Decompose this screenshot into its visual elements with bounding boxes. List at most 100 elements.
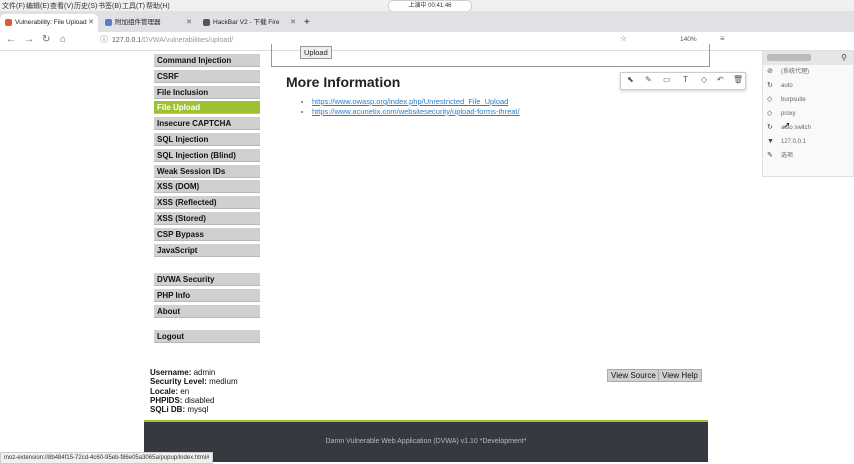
menu-item-dvwa-security[interactable]: DVWA Security xyxy=(154,273,260,287)
tab-title: Vulnerability: File Upload xyxy=(15,19,87,26)
undo-icon[interactable]: ↶ xyxy=(717,75,724,84)
popup-item-label: burpsuite xyxy=(781,97,806,103)
popup-item-icon: ✎ xyxy=(767,152,773,159)
forward-icon[interactable]: → xyxy=(24,34,34,45)
menu-bar: 文件(F) 编辑(E) 查看(V) 历史(S) 书签(B) 工具(T) 帮助(H… xyxy=(0,0,854,12)
sqlidb-value: mysql xyxy=(187,405,209,415)
popup-item-system[interactable]: ⊘ (系统代理) xyxy=(763,65,853,79)
user-info: Username: admin Security Level: medium L… xyxy=(150,368,238,414)
menu-item-logout[interactable]: Logout xyxy=(154,329,260,343)
site-info-icon[interactable]: ⓘ xyxy=(100,34,108,45)
username-value: admin xyxy=(193,368,216,377)
link-acunetix[interactable]: https://www.acunetix.com/websitesecurity… xyxy=(312,107,520,117)
menu-history[interactable]: 历史(S) xyxy=(74,1,97,11)
popup-item-icon: ⊘ xyxy=(767,68,773,75)
address-path: /DVWA/vulnerabilities/upload/ xyxy=(141,37,234,44)
tab-bar: Vulnerability: File Upload ✕ 附加组件管理器 ✕ H… xyxy=(0,11,854,32)
menu-item-csp-bypass[interactable]: CSP Bypass xyxy=(154,227,260,241)
back-icon[interactable]: ← xyxy=(6,34,16,45)
reload-icon[interactable]: ↻ xyxy=(42,34,50,45)
phpids-value: disabled xyxy=(184,395,215,405)
popup-item-auto-switch[interactable]: ↻ auto switch xyxy=(763,121,853,135)
phpids-label: PHPIDS: xyxy=(150,395,183,405)
view-source-button[interactable]: View Source xyxy=(607,369,660,382)
tab-addons[interactable]: 附加组件管理器 ✕ xyxy=(100,14,196,32)
menu-icon[interactable]: ≡ xyxy=(720,34,725,43)
more-info-title: More Information xyxy=(286,74,401,90)
view-help-button[interactable]: View Help xyxy=(658,369,702,382)
popup-item-auto[interactable]: ↻ auto xyxy=(763,79,853,93)
menu-item-file-inclusion[interactable]: File Inclusion xyxy=(154,85,260,99)
bookmark-star-icon[interactable]: ☆ xyxy=(620,34,627,43)
sqlidb-row: SQLi DB: mysql xyxy=(150,405,238,414)
screenshot-toolbar: ⬉ ✎ ▭ T ◇ ↶ 🗑 xyxy=(620,72,746,90)
menu-item-xss-dom[interactable]: XSS (DOM) xyxy=(154,180,260,194)
proxy-popup: ⚲ ⊘ (系统代理) ↻ auto ◇ burpsuite ◇ proxy ↻ auto … xyxy=(762,50,854,177)
phpids-row: PHPIDS: disabled xyxy=(150,396,238,405)
menu-item-about[interactable]: About xyxy=(154,304,260,318)
menu-bookmarks[interactable]: 书签(B) xyxy=(98,1,121,11)
zoom-level[interactable]: 140% xyxy=(680,36,697,43)
tab-favicon-icon xyxy=(105,18,112,26)
menu-item-xss-reflected[interactable]: XSS (Reflected) xyxy=(154,196,260,210)
close-tab-icon[interactable]: ✕ xyxy=(290,14,296,32)
menu-view[interactable]: 查看(V) xyxy=(50,1,73,11)
search-icon[interactable]: ⚲ xyxy=(841,53,847,62)
new-tab-icon[interactable]: + xyxy=(304,14,316,32)
tab-favicon-icon xyxy=(5,18,12,26)
popup-header: ⚲ xyxy=(763,51,853,65)
menu-item-javascript[interactable]: JavaScript xyxy=(154,243,260,257)
popup-item-label: proxy xyxy=(781,111,796,117)
status-url: moz-extension://8b484f15-72cd-4c60-95eb-… xyxy=(0,452,214,464)
security-value: medium xyxy=(209,377,238,387)
page-footer: Damn Vulnerable Web Application (DVWA) v… xyxy=(144,422,708,462)
link-owasp[interactable]: https://www.owasp.org/index.php/Unrestri… xyxy=(312,97,520,107)
address-host: 127.0.0.1 xyxy=(112,37,142,44)
tab-hackbar[interactable]: HackBar V2 - 下载 Fire ✕ xyxy=(198,14,300,32)
popup-item-icon: ↻ xyxy=(767,124,773,131)
tab-file-upload[interactable]: Vulnerability: File Upload ✕ xyxy=(0,14,98,32)
menu-item-php-info[interactable]: PHP Info xyxy=(154,289,260,303)
popup-item-host[interactable]: ▼ 127.0.0.1 xyxy=(763,135,853,149)
menu-item-insecure-captcha[interactable]: Insecure CAPTCHA xyxy=(154,117,260,131)
menu-tools[interactable]: 工具(T) xyxy=(122,1,145,11)
upload-button[interactable]: Upload xyxy=(300,46,332,59)
menu-gap xyxy=(150,259,264,273)
mouse-cursor-icon: ➚ xyxy=(783,120,791,130)
rectangle-icon[interactable]: ▭ xyxy=(663,75,671,84)
security-row: Security Level: medium xyxy=(150,377,238,386)
popup-item-icon: ▼ xyxy=(767,138,774,145)
close-tab-icon[interactable]: ✕ xyxy=(88,14,94,32)
menu-item-csrf[interactable]: CSRF xyxy=(154,69,260,83)
menu-item-command-injection[interactable]: Command Injection xyxy=(154,54,260,67)
security-label: Security Level: xyxy=(150,377,207,387)
menu-gap xyxy=(150,321,264,330)
select-icon[interactable]: ⬉ xyxy=(627,75,634,84)
sqlidb-label: SQLi DB: xyxy=(150,405,186,415)
close-tab-icon[interactable]: ✕ xyxy=(186,14,192,32)
popup-item-icon: ◇ xyxy=(767,110,773,117)
menu-item-xss-stored[interactable]: XSS (Stored) xyxy=(154,211,260,225)
menu-item-sql-injection[interactable]: SQL Injection xyxy=(154,132,260,146)
username-row: Username: admin xyxy=(150,368,238,377)
popup-item-burpsuite[interactable]: ◇ burpsuite xyxy=(763,93,853,107)
text-icon[interactable]: T xyxy=(683,75,688,84)
menu-edit[interactable]: 编辑(E) xyxy=(26,1,49,11)
tab-favicon-icon xyxy=(203,18,210,26)
tab-title: HackBar V2 - 下载 Fire xyxy=(213,19,280,26)
menu-item-file-upload[interactable]: File Upload xyxy=(154,101,260,115)
highlighter-icon[interactable]: ◇ xyxy=(701,75,707,84)
username-label: Username: xyxy=(150,368,192,377)
home-icon[interactable]: ⌂ xyxy=(60,34,66,45)
pen-icon[interactable]: ✎ xyxy=(645,75,652,84)
menu-item-weak-session-ids[interactable]: Weak Session IDs xyxy=(154,164,260,178)
popup-item-proxy[interactable]: ◇ proxy xyxy=(763,107,853,121)
menu-item-sql-injection-blind[interactable]: SQL Injection (Blind) xyxy=(154,148,260,162)
menu-help[interactable]: 帮助(H) xyxy=(146,1,170,11)
popup-item-label: (系统代理) xyxy=(781,69,809,75)
popup-item-options[interactable]: ✎ 选项 xyxy=(763,149,853,163)
popup-title xyxy=(767,54,811,61)
menu-file[interactable]: 文件(F) xyxy=(2,1,25,11)
delete-icon[interactable]: 🗑 xyxy=(733,75,743,84)
popup-item-label: auto xyxy=(781,83,793,89)
